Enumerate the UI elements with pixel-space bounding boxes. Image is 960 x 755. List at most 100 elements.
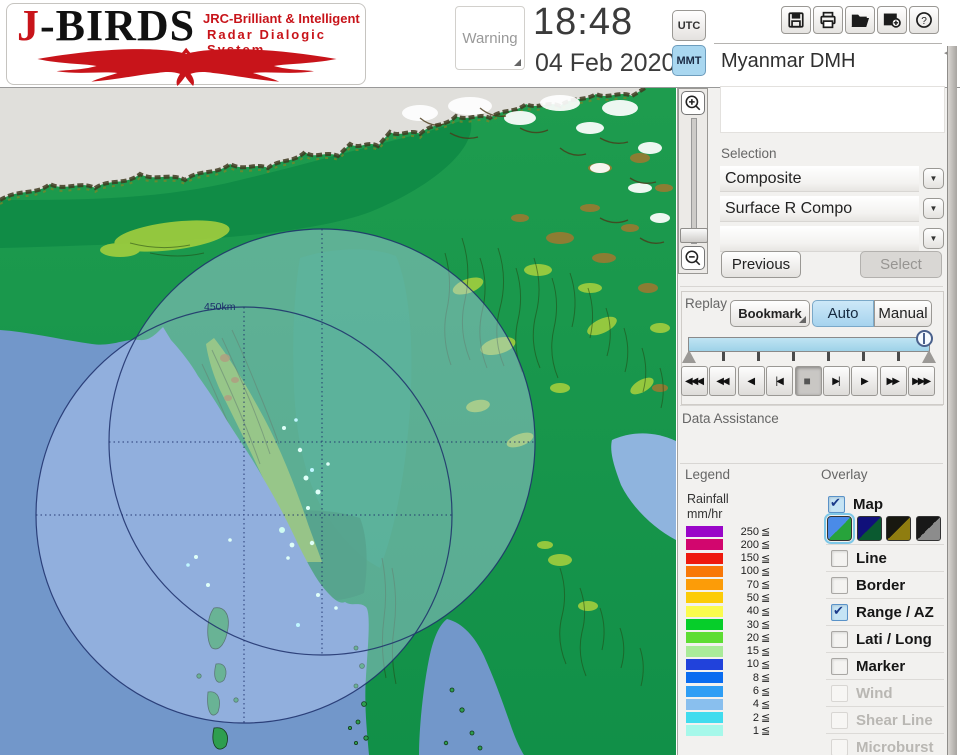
checkbox-icon[interactable] bbox=[831, 711, 848, 729]
dropdown-value[interactable]: Surface R Compo bbox=[720, 196, 919, 222]
radar-map-view[interactable]: 450km bbox=[0, 88, 676, 755]
open-folder-icon bbox=[851, 14, 869, 28]
legend-color-swatch bbox=[686, 592, 723, 604]
open-folder-button[interactable] bbox=[845, 6, 875, 34]
help-button[interactable]: ? bbox=[909, 6, 939, 34]
legend-value: 200 bbox=[740, 538, 759, 551]
legend-color-swatch bbox=[686, 645, 723, 657]
chevron-down-icon[interactable]: ▼ bbox=[923, 198, 944, 219]
map-style-swatch[interactable] bbox=[824, 513, 855, 544]
overlay-row[interactable]: Border bbox=[826, 571, 944, 598]
legend-color-swatch bbox=[686, 526, 723, 537]
overlay-row[interactable]: Wind bbox=[826, 679, 944, 706]
playback-button[interactable]: ▶ bbox=[851, 366, 879, 396]
slider-end-marker[interactable] bbox=[922, 350, 936, 363]
checkbox-icon[interactable] bbox=[831, 684, 848, 702]
overlay-item-label: Marker bbox=[856, 657, 906, 675]
replay-slider-handle[interactable] bbox=[916, 330, 933, 347]
slider-start-marker[interactable] bbox=[682, 350, 696, 363]
playback-button[interactable]: ◀◀◀ bbox=[681, 366, 708, 396]
overlay-row[interactable]: Range / AZ bbox=[826, 598, 944, 625]
playback-button[interactable]: ▶▶ bbox=[879, 366, 907, 396]
legend-row: 8 ≦ bbox=[686, 672, 770, 684]
print-button[interactable] bbox=[813, 6, 843, 34]
legend-color-swatch bbox=[686, 658, 723, 670]
legend-color-swatch bbox=[686, 552, 723, 564]
legend-color-swatch bbox=[686, 619, 723, 631]
legend-row: 1 ≦ bbox=[686, 725, 770, 737]
replay-slider-track[interactable] bbox=[688, 337, 930, 352]
utc-button[interactable]: UTC bbox=[672, 10, 706, 41]
legend-leq-symbol: ≦ bbox=[761, 619, 771, 632]
legend-row: 30 ≦ bbox=[686, 619, 771, 632]
playback-button[interactable]: ▶▶▶ bbox=[908, 366, 936, 396]
checkbox-checked-icon[interactable] bbox=[828, 495, 845, 513]
previous-button[interactable]: Previous bbox=[721, 251, 801, 278]
dropdown[interactable]: Surface R Compo ▼ bbox=[720, 196, 944, 222]
legend-row: 50 ≦ bbox=[686, 592, 771, 605]
overlay-row[interactable]: Shear Line bbox=[826, 706, 944, 733]
legend-row: 150 ≦ bbox=[686, 552, 770, 565]
add-image-button[interactable] bbox=[877, 6, 907, 34]
zoom-slider-handle[interactable] bbox=[680, 228, 708, 243]
auto-button[interactable]: Auto bbox=[812, 300, 874, 327]
replay-label: Replay bbox=[685, 296, 728, 311]
overlay-item-label: Wind bbox=[856, 684, 893, 702]
legend-color-swatch bbox=[686, 579, 723, 591]
overlay-row[interactable]: Microburst bbox=[826, 733, 944, 755]
playback-button[interactable]: ◀ bbox=[737, 366, 765, 396]
zoom-slider-track[interactable] bbox=[691, 118, 697, 244]
mmt-button[interactable]: MMT bbox=[672, 45, 706, 76]
dropdown-value[interactable]: Composite bbox=[720, 166, 919, 192]
legend-color-swatch bbox=[686, 605, 723, 617]
legend-value: 40 bbox=[746, 605, 759, 618]
legend-color-swatch bbox=[686, 565, 723, 577]
legend-leq-symbol: ≦ bbox=[761, 592, 771, 605]
dropdown-value[interactable] bbox=[720, 226, 919, 252]
dropdown[interactable]: Composite ▼ bbox=[720, 166, 944, 192]
jbirds-app: J-BIRDS JRC-Brilliant & Intelligent Rada… bbox=[0, 0, 960, 755]
station-list-box[interactable] bbox=[720, 86, 945, 133]
checkbox-icon[interactable] bbox=[831, 603, 848, 621]
zoom-out-icon bbox=[685, 250, 701, 266]
map-style-swatch[interactable] bbox=[856, 516, 882, 541]
overlay-item-label: Lati / Long bbox=[856, 630, 932, 648]
legend-value: 6 bbox=[752, 685, 759, 698]
legend-color-swatch bbox=[686, 685, 723, 697]
save-button[interactable] bbox=[781, 6, 811, 34]
dropdown[interactable]: ▼ bbox=[720, 226, 944, 252]
overlay-row[interactable]: Line bbox=[826, 544, 944, 571]
logo-title: J-BIRDS bbox=[17, 1, 196, 50]
legend-value: 10 bbox=[746, 658, 759, 671]
playback-button[interactable]: ■ bbox=[794, 366, 822, 396]
slider-tick bbox=[897, 352, 900, 361]
overlay-row[interactable]: Marker bbox=[826, 652, 944, 679]
chevron-down-icon[interactable]: ▼ bbox=[923, 228, 944, 249]
overlay-row-map[interactable]: Map bbox=[828, 492, 883, 516]
checkbox-icon[interactable] bbox=[831, 576, 848, 594]
map-style-swatch[interactable] bbox=[886, 516, 911, 541]
bookmark-button[interactable]: Bookmark bbox=[730, 300, 810, 327]
checkbox-icon[interactable] bbox=[831, 738, 848, 755]
legend-color-swatch bbox=[686, 632, 723, 644]
checkbox-icon[interactable] bbox=[831, 549, 848, 567]
zoom-in-button[interactable] bbox=[681, 91, 705, 115]
playback-button[interactable]: ▶| bbox=[822, 366, 850, 396]
chevron-down-icon[interactable]: ▼ bbox=[923, 168, 944, 189]
select-button: Select bbox=[860, 251, 942, 278]
range-ring-label: 450km bbox=[204, 301, 236, 313]
map-style-swatch[interactable] bbox=[915, 516, 941, 541]
checkbox-icon[interactable] bbox=[831, 630, 848, 648]
warning-button[interactable]: Warning bbox=[455, 6, 525, 70]
window-scrollbar[interactable] bbox=[947, 46, 957, 755]
checkbox-icon[interactable] bbox=[831, 657, 848, 675]
overlay-row[interactable]: Lati / Long bbox=[826, 625, 944, 652]
zoom-in-icon bbox=[685, 95, 701, 111]
playback-button[interactable]: ◀◀ bbox=[709, 366, 737, 396]
playback-button[interactable]: |◀ bbox=[766, 366, 794, 396]
overlay-item-label: Line bbox=[856, 549, 887, 567]
save-icon bbox=[788, 12, 804, 28]
zoom-out-button[interactable] bbox=[681, 246, 705, 270]
legend-row: 10 ≦ bbox=[686, 658, 770, 671]
manual-button[interactable]: Manual bbox=[874, 300, 932, 327]
